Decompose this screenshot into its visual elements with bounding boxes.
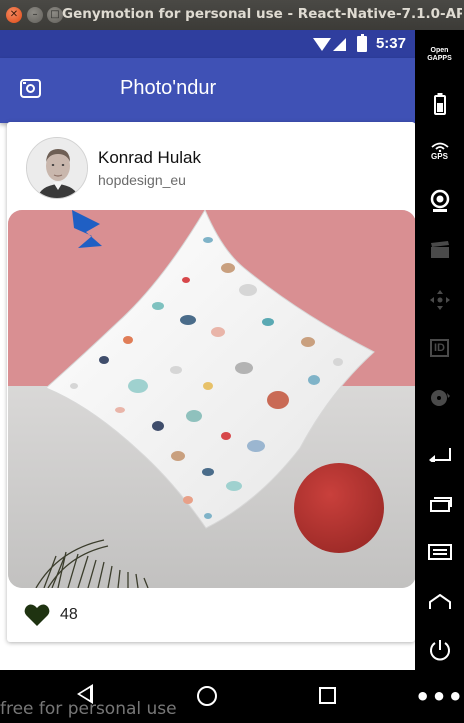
wifi-icon xyxy=(313,38,331,51)
gps-label: GPS xyxy=(431,152,448,161)
window-title: Genymotion for personal use - React-Nati… xyxy=(62,6,462,22)
likes-count: 48 xyxy=(60,606,78,623)
home-icon[interactable] xyxy=(197,686,217,706)
author-name[interactable]: Konrad Hulak xyxy=(98,148,201,168)
gps-icon[interactable]: GPS xyxy=(415,140,464,164)
status-time: 5:37 xyxy=(375,35,406,52)
status-bar: 5:37 xyxy=(0,30,415,58)
gapps-line2: GAPPS xyxy=(427,55,452,62)
recent-apps-icon[interactable] xyxy=(415,492,464,516)
watermark: free for personal use xyxy=(0,699,177,719)
disk-icon[interactable] xyxy=(415,386,464,410)
minimize-window-button[interactable]: – xyxy=(27,7,43,23)
android-screen: 5:37 Photo'ndur Konrad Hulak hopdesign_e… xyxy=(0,30,415,723)
window-titlebar: ✕ – □ Genymotion for personal use - Reac… xyxy=(0,0,464,30)
id-icon[interactable]: ID xyxy=(415,336,464,360)
power-icon[interactable] xyxy=(415,636,464,664)
webcam-icon[interactable] xyxy=(415,188,464,214)
post-photo[interactable] xyxy=(8,210,415,588)
id-label: ID xyxy=(430,339,449,357)
back-icon[interactable] xyxy=(415,442,464,466)
app-bar: Photo'ndur xyxy=(0,58,415,123)
gapps-line1: Open xyxy=(430,47,449,54)
heart-icon[interactable] xyxy=(24,603,50,627)
emulator-toolbar: Open GAPPS GPS ID ••• xyxy=(415,30,464,723)
maximize-window-button[interactable]: □ xyxy=(47,7,63,23)
post-card: Konrad Hulak hopdesign_eu 48 xyxy=(7,122,415,642)
app-title: Photo'ndur xyxy=(120,77,217,99)
camera-icon[interactable] xyxy=(20,79,41,98)
clapper-icon[interactable] xyxy=(415,238,464,262)
more-icon[interactable]: ••• xyxy=(415,683,464,711)
author-handle[interactable]: hopdesign_eu xyxy=(98,172,186,188)
open-gapps-icon[interactable]: Open GAPPS xyxy=(415,44,464,66)
emulator-window: ✕ – □ Genymotion for personal use - Reac… xyxy=(0,0,464,723)
avatar[interactable] xyxy=(26,137,88,199)
likes-row: 48 xyxy=(24,602,78,628)
battery-status-icon xyxy=(357,34,367,52)
battery-icon[interactable] xyxy=(415,92,464,116)
signal-icon xyxy=(333,38,346,51)
menu-icon[interactable] xyxy=(415,540,464,564)
dpad-icon[interactable] xyxy=(415,288,464,312)
home-icon[interactable] xyxy=(415,590,464,614)
recent-apps-icon[interactable] xyxy=(319,687,336,704)
close-window-button[interactable]: ✕ xyxy=(6,7,22,23)
